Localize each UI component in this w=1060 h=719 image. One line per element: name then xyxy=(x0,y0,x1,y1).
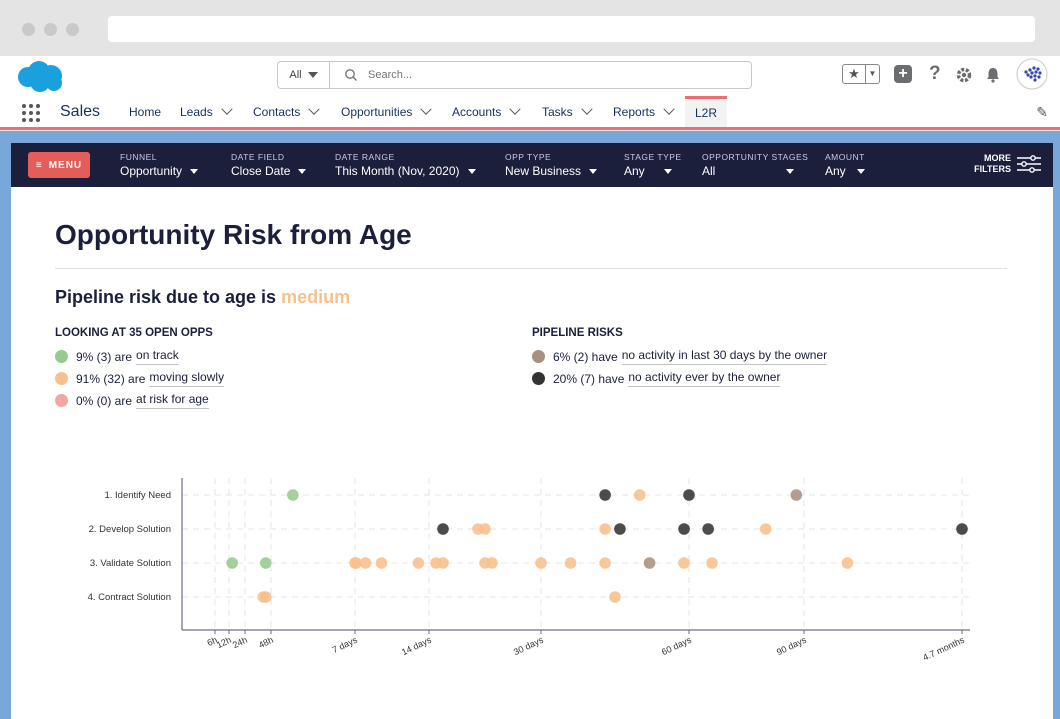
opportunity-age-scatter-chart: 1. Identify Need 2. Develop Solution 3. Va… xyxy=(88,478,970,663)
x-tick-label: 4.7 months xyxy=(921,635,966,663)
opportunity-point[interactable] xyxy=(643,557,656,569)
opportunity-point[interactable] xyxy=(437,557,449,569)
opportunity-point[interactable] xyxy=(486,557,498,569)
opportunity-point[interactable] xyxy=(706,557,718,569)
opportunity-point[interactable] xyxy=(535,557,547,569)
x-tick-label: 14 days xyxy=(400,635,433,658)
x-tick-label: 90 days xyxy=(775,635,808,658)
chart-points xyxy=(226,489,968,603)
opportunity-point[interactable] xyxy=(609,591,621,603)
x-tick-label: 30 days xyxy=(512,635,545,658)
opportunity-point[interactable] xyxy=(678,523,690,535)
opportunity-point[interactable] xyxy=(599,557,611,569)
x-tick-label: 7 days xyxy=(331,635,360,655)
chart-grid xyxy=(182,478,970,630)
opportunity-point[interactable] xyxy=(759,523,772,535)
x-tick-label: 60 days xyxy=(660,635,693,658)
opportunity-point[interactable] xyxy=(790,489,803,501)
opportunity-point[interactable] xyxy=(678,557,690,569)
opportunity-point[interactable] xyxy=(479,523,491,535)
opportunity-point[interactable] xyxy=(956,523,968,535)
x-tick-label: 12h xyxy=(215,635,233,650)
opportunity-point[interactable] xyxy=(599,489,611,501)
opportunity-point[interactable] xyxy=(260,557,272,569)
opportunity-point[interactable] xyxy=(260,591,272,603)
chart-axes: 1. Identify Need 2. Develop Solution 3. Va… xyxy=(88,478,970,663)
y-tick-label: 1. Identify Need xyxy=(104,490,171,501)
opportunity-point[interactable] xyxy=(412,557,425,569)
opportunity-point[interactable] xyxy=(437,523,449,535)
x-tick-label: 24h xyxy=(231,635,249,650)
opportunity-point[interactable] xyxy=(683,489,695,501)
opportunity-point[interactable] xyxy=(359,557,372,569)
opportunity-point[interactable] xyxy=(287,489,299,501)
opportunity-point[interactable] xyxy=(841,557,854,569)
opportunity-point[interactable] xyxy=(599,523,611,535)
opportunity-point[interactable] xyxy=(614,523,626,535)
x-tick-label: 48h xyxy=(257,635,275,650)
y-tick-label: 3. Validate Solution xyxy=(90,558,171,569)
opportunity-point[interactable] xyxy=(633,489,646,501)
opportunity-point[interactable] xyxy=(564,557,577,569)
opportunity-point[interactable] xyxy=(226,557,238,569)
y-tick-label: 2. Develop Solution xyxy=(89,524,171,535)
y-tick-label: 4. Contract Solution xyxy=(88,592,171,603)
opportunity-point[interactable] xyxy=(702,523,714,535)
opportunity-point[interactable] xyxy=(375,557,388,569)
